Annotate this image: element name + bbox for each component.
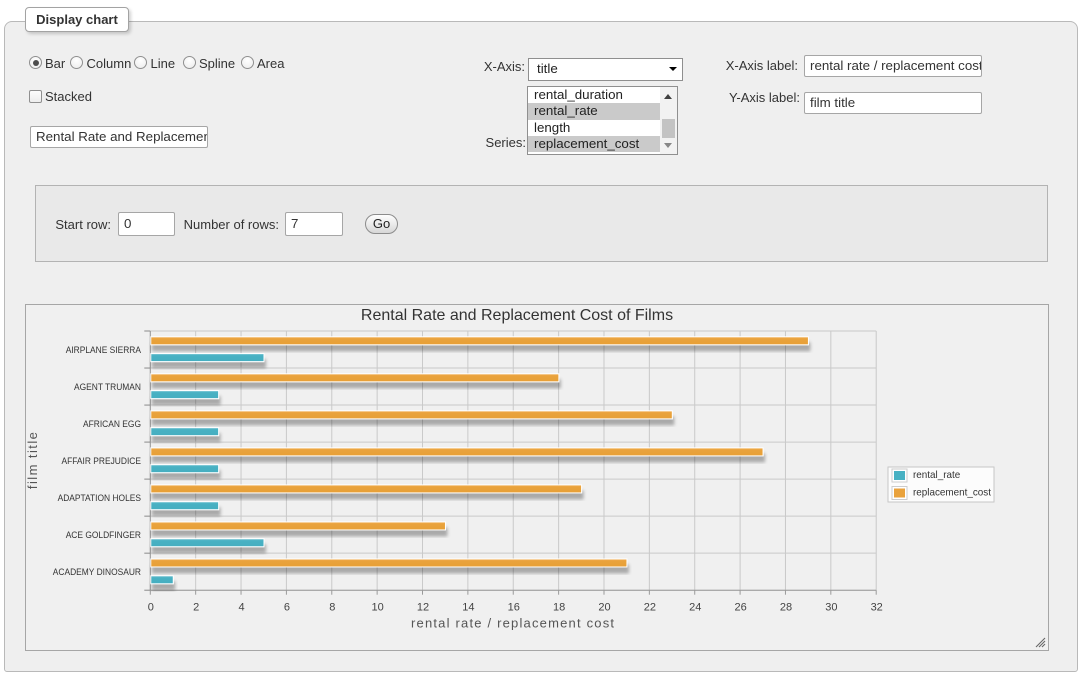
svg-text:0: 0 <box>148 602 154 614</box>
svg-text:24: 24 <box>689 602 701 614</box>
svg-text:8: 8 <box>329 602 335 614</box>
svg-text:AFRICAN EGG: AFRICAN EGG <box>83 419 141 429</box>
svg-text:rental_rate: rental_rate <box>913 470 961 481</box>
svg-text:22: 22 <box>644 602 656 614</box>
svg-text:2: 2 <box>193 602 199 614</box>
svg-text:ADAPTATION HOLES: ADAPTATION HOLES <box>58 493 141 503</box>
svg-text:ACADEMY DINOSAUR: ACADEMY DINOSAUR <box>53 567 142 577</box>
svg-text:ACE GOLDFINGER: ACE GOLDFINGER <box>66 530 142 540</box>
svg-text:AGENT TRUMAN: AGENT TRUMAN <box>74 382 141 392</box>
svg-text:18: 18 <box>553 602 565 614</box>
svg-text:4: 4 <box>238 602 244 614</box>
svg-text:26: 26 <box>734 602 746 614</box>
svg-text:28: 28 <box>780 602 792 614</box>
svg-text:6: 6 <box>284 602 290 614</box>
svg-text:12: 12 <box>417 602 429 614</box>
svg-text:16: 16 <box>508 602 520 614</box>
svg-text:20: 20 <box>598 602 610 614</box>
svg-text:rental rate / replacement cost: rental rate / replacement cost <box>411 616 614 631</box>
svg-text:Rental Rate and Replacement Co: Rental Rate and Replacement Cost of Film… <box>361 307 673 324</box>
svg-text:AFFAIR PREJUDICE: AFFAIR PREJUDICE <box>62 456 142 466</box>
svg-text:10: 10 <box>372 602 384 614</box>
svg-text:30: 30 <box>825 602 837 614</box>
svg-text:14: 14 <box>462 602 474 614</box>
svg-text:replacement_cost: replacement_cost <box>913 488 991 499</box>
svg-text:film title: film title <box>26 432 40 489</box>
svg-text:32: 32 <box>871 602 883 614</box>
svg-text:AIRPLANE SIERRA: AIRPLANE SIERRA <box>66 345 141 355</box>
